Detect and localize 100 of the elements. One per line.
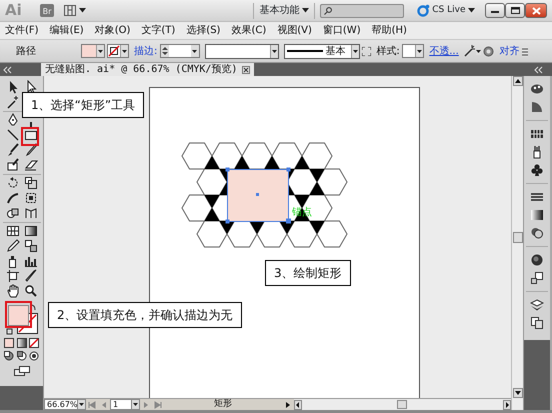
menu-item[interactable]: 效果(C)	[231, 22, 266, 39]
gear-icon[interactable]	[483, 46, 494, 56]
scroll-thumb[interactable]	[512, 232, 522, 243]
variable-width-dropdown[interactable]	[204, 44, 279, 58]
menu-item[interactable]: 文字(T)	[141, 22, 176, 39]
none-mode-icon[interactable]	[29, 338, 39, 348]
menu-item[interactable]: 对象(O)	[94, 22, 130, 39]
hand-icon[interactable]	[6, 284, 20, 298]
spinner-icon	[160, 45, 169, 57]
magic-wand-icon[interactable]	[6, 95, 20, 109]
scroll-left-icon[interactable]	[294, 400, 302, 410]
screen-mode-icon[interactable]	[14, 366, 30, 376]
bridge-button[interactable]: Br	[40, 4, 54, 17]
opacity-link[interactable]: 不透...	[429, 44, 459, 58]
free-transform-icon[interactable]	[24, 191, 38, 205]
collapse-icon[interactable]	[534, 66, 543, 74]
fill-swatch-dropdown[interactable]	[80, 44, 104, 58]
draw-behind-icon[interactable]	[16, 350, 26, 360]
menu-item[interactable]: 窗口(W)	[322, 22, 361, 39]
mesh-icon[interactable]	[6, 224, 20, 238]
gradient-icon[interactable]	[24, 224, 38, 238]
color-mode-icon[interactable]	[4, 338, 14, 348]
slice-knife-icon[interactable]	[24, 269, 38, 283]
fill-swatch-icon	[82, 45, 96, 57]
search-field[interactable]	[320, 4, 404, 18]
scroll-up-icon[interactable]	[512, 76, 522, 86]
draw-inside-icon[interactable]	[29, 350, 39, 360]
rectangle-tool-icon[interactable]	[24, 128, 38, 142]
toolbox-background	[0, 386, 43, 410]
caret-icon	[468, 8, 475, 13]
pen-nib-icon[interactable]	[6, 113, 20, 127]
selected-rectangle[interactable]	[226, 168, 290, 224]
graphic-style-dropdown[interactable]	[402, 44, 424, 58]
pencil-icon[interactable]	[24, 143, 38, 157]
current-tool-label: 矩形	[213, 399, 233, 410]
menu-item[interactable]: 文件(F)	[5, 22, 39, 39]
stroke-link[interactable]: 描边:	[134, 44, 158, 58]
document-tab[interactable]: 无缝贴图. ai* @ 66.67% (CMYK/预览)	[41, 63, 254, 76]
eraser-icon[interactable]	[24, 158, 38, 172]
scroll-down-icon[interactable]	[512, 388, 522, 398]
menu-item[interactable]: 编辑(E)	[50, 22, 84, 39]
bar-graph-icon[interactable]	[24, 254, 38, 268]
menu-item[interactable]: 视图(V)	[277, 22, 312, 39]
close-button[interactable]	[525, 3, 547, 18]
menu-item[interactable]: 帮助(H)	[372, 22, 407, 39]
caret-icon	[98, 50, 102, 52]
palette-icon[interactable]	[530, 82, 544, 96]
object-type-label: 路径	[16, 44, 37, 58]
cs-live-button[interactable]: CS Live	[416, 4, 475, 18]
ring-icon	[416, 4, 430, 17]
restore-button[interactable]	[505, 3, 525, 18]
align-link[interactable]: 对齐	[499, 44, 520, 58]
caret-icon	[133, 403, 138, 406]
brush-dropdown[interactable]: 基本	[284, 44, 360, 58]
layout-icon[interactable]	[64, 5, 76, 16]
close-icon	[532, 6, 540, 14]
paintbrush-icon[interactable]	[6, 143, 20, 157]
caret-icon[interactable]	[78, 8, 86, 13]
panel-menu-icon[interactable]	[522, 46, 528, 56]
graphic-style-icon[interactable]	[530, 271, 544, 285]
scroll-right-icon[interactable]	[503, 400, 511, 410]
page-dropdown[interactable]: 1	[110, 399, 140, 410]
gradient-mode-icon[interactable]	[16, 338, 26, 348]
caret-icon	[192, 50, 198, 52]
close-icon[interactable]	[242, 66, 250, 74]
collapse-icon[interactable]	[3, 66, 12, 74]
line-segment-icon[interactable]	[6, 128, 20, 142]
app-logo: Ai	[5, 0, 23, 22]
magnifier-icon[interactable]	[24, 284, 38, 298]
appearance-circle-icon[interactable]	[530, 253, 544, 267]
stroke-swatch-dropdown[interactable]	[107, 44, 129, 58]
wand-icon[interactable]	[464, 45, 476, 57]
warp-finger-icon[interactable]	[6, 191, 20, 205]
restore-icon	[510, 7, 520, 14]
draw-normal-icon[interactable]	[4, 350, 14, 360]
caret-icon[interactable]	[476, 47, 481, 55]
perspective-grid-icon[interactable]	[24, 206, 38, 220]
caret-icon	[122, 50, 127, 52]
stroke-lines-icon[interactable]	[530, 190, 544, 204]
shape-builder-icon[interactable]	[6, 206, 20, 220]
overlapping-circles-icon[interactable]	[530, 226, 544, 240]
expand-corners-icon[interactable]	[362, 46, 372, 56]
minimize-button[interactable]	[485, 3, 505, 18]
artboard-icon[interactable]	[6, 269, 20, 283]
zoom-dropdown[interactable]: 66.67%	[44, 399, 86, 410]
scroll-thumb[interactable]	[397, 400, 407, 409]
caret-icon	[79, 403, 84, 406]
menu-item[interactable]: 选择(S)	[186, 22, 220, 39]
artboards-icon[interactable]	[530, 316, 544, 330]
club-icon[interactable]	[530, 163, 544, 177]
scale-icon[interactable]	[24, 176, 38, 190]
layers-icon[interactable]	[530, 298, 544, 312]
stroke-weight-field[interactable]	[160, 44, 200, 58]
swatch-grid-icon[interactable]	[530, 127, 544, 141]
gradient-swatch-icon[interactable]	[530, 208, 544, 222]
blob-brush-icon[interactable]	[6, 158, 20, 172]
workspace-switcher[interactable]: 基本功能	[259, 3, 309, 18]
blend-icon[interactable]	[24, 239, 38, 253]
rotate-icon[interactable]	[6, 176, 20, 190]
eyedropper-icon[interactable]	[6, 239, 20, 253]
